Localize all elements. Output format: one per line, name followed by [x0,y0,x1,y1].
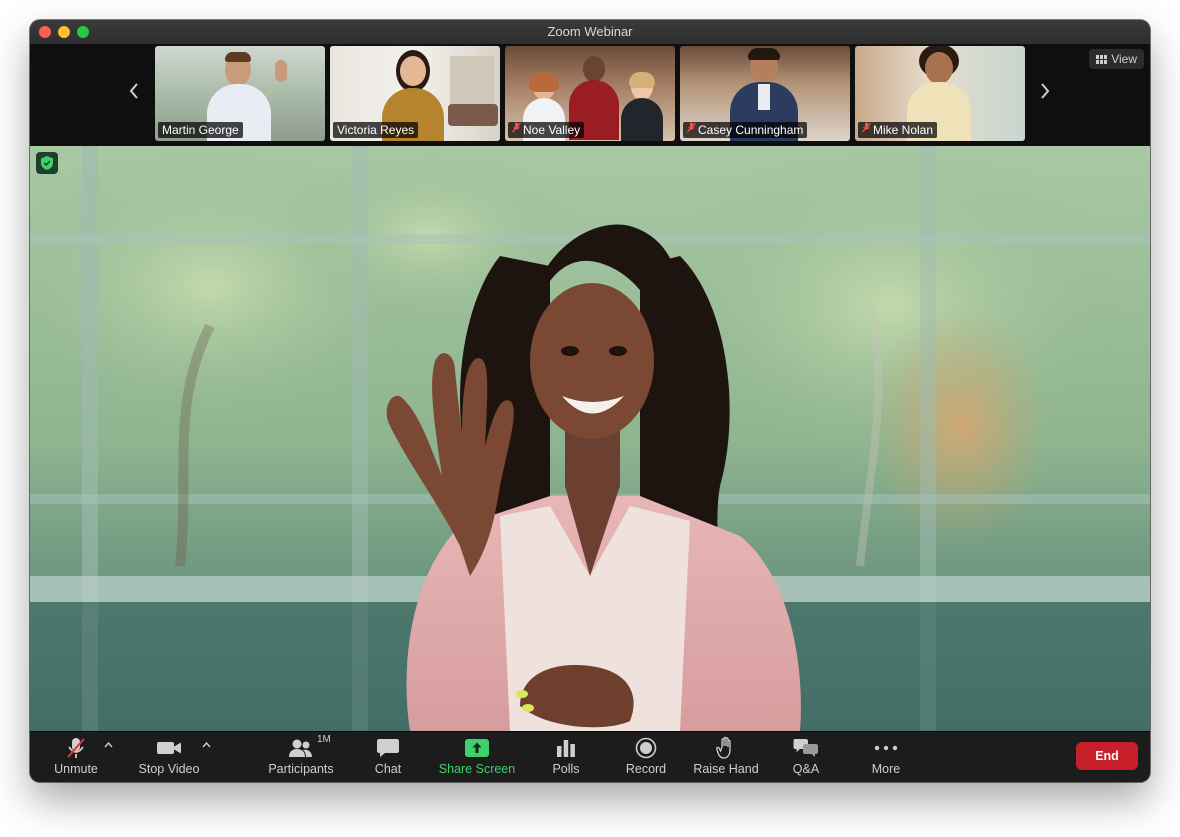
audio-options-caret[interactable] [104,739,113,751]
chat-button[interactable]: Chat [366,736,410,780]
participant-name: Victoria Reyes [337,123,415,137]
participants-label: Participants [268,762,334,776]
video-options-caret[interactable] [202,739,211,751]
share-screen-icon [434,736,520,760]
title-bar: Zoom Webinar [30,20,1150,45]
participant-name-tag: Mike Nolan [858,122,938,139]
chevron-up-icon [202,741,211,748]
chat-bubble-icon [366,736,410,760]
chevron-right-icon [1041,83,1050,99]
qa-button[interactable]: Q&A [782,736,830,780]
meeting-toolbar: Unmute Stop Video Participants 1M Chat S… [30,731,1150,782]
speaker-video-frame [30,146,1150,731]
gallery-prev-button[interactable] [124,80,144,106]
bar-chart-icon [544,736,588,760]
muted-mic-icon [512,122,521,139]
unmute-label: Unmute [54,762,98,776]
chevron-left-icon [129,83,138,99]
video-camera-icon [134,736,204,760]
share-screen-button[interactable]: Share Screen [434,736,520,780]
polls-button[interactable]: Polls [544,736,588,780]
participant-tile[interactable]: Casey Cunningham [680,46,850,141]
view-button[interactable]: View [1089,49,1144,69]
participant-name: Noe Valley [523,123,581,137]
end-meeting-button[interactable]: End [1076,742,1138,770]
qa-bubbles-icon [782,736,830,760]
zoom-window: Zoom Webinar Martin George Victoria Reye… [30,20,1150,782]
participants-count: 1M [317,734,331,745]
muted-mic-icon [687,122,696,139]
chevron-up-icon [104,741,113,748]
more-button[interactable]: More [862,736,910,780]
more-label: More [871,762,901,776]
participant-name: Casey Cunningham [698,123,804,137]
gallery-strip: Martin George Victoria Reyes Noe Valley … [30,44,1150,146]
participant-name-tag: Martin George [158,122,243,138]
active-speaker-video [30,146,1150,731]
unmute-button[interactable]: Unmute [48,736,104,780]
participant-tile[interactable]: Victoria Reyes [330,46,500,141]
participant-tile[interactable]: Noe Valley [505,46,675,141]
raise-hand-icon [692,736,760,760]
share-screen-label: Share Screen [438,762,516,776]
security-shield-icon[interactable] [36,152,58,174]
muted-mic-icon [48,736,104,760]
record-icon [620,736,672,760]
participant-tile[interactable]: Martin George [155,46,325,141]
participant-name: Mike Nolan [873,123,934,137]
qa-label: Q&A [792,762,820,776]
stop-video-label: Stop Video [138,762,200,776]
view-label: View [1111,52,1137,66]
gallery-next-button[interactable] [1035,80,1055,106]
window-title: Zoom Webinar [547,24,633,39]
more-dots-icon [862,736,910,760]
participant-name: Martin George [162,123,239,137]
record-label: Record [625,762,667,776]
participant-tile[interactable]: Mike Nolan [855,46,1025,141]
muted-mic-icon [862,122,871,139]
participant-name-tag: Noe Valley [508,122,585,139]
grid-view-icon [1096,54,1108,64]
raise-hand-label: Raise Hand [693,762,759,776]
polls-label: Polls [552,762,580,776]
participant-name-tag: Casey Cunningham [683,122,808,139]
stop-video-button[interactable]: Stop Video [134,736,204,780]
participant-name-tag: Victoria Reyes [333,122,419,138]
record-button[interactable]: Record [620,736,672,780]
raise-hand-button[interactable]: Raise Hand [692,736,760,780]
chat-label: Chat [374,762,402,776]
